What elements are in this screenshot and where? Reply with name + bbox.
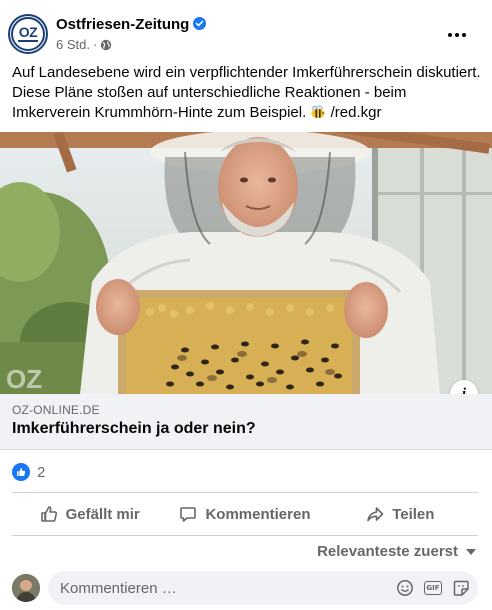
meta-separator: · <box>92 37 98 52</box>
page-logo[interactable]: OZ <box>8 14 48 54</box>
share-icon <box>367 507 384 522</box>
emoji-icon[interactable] <box>396 579 414 597</box>
comment-tools: GIF <box>386 579 470 597</box>
post-body: Auf Landesebene wird ein verpflichtender… <box>12 64 481 121</box>
comment-placeholder: Kommentieren … <box>60 580 177 597</box>
like-label: Gefällt mir <box>65 505 140 523</box>
divider <box>12 535 478 536</box>
share-label: Teilen <box>392 505 435 523</box>
link-domain: OZ-ONLINE.DE <box>12 403 100 417</box>
logo-text: OZ <box>18 24 38 40</box>
verified-badge-icon <box>193 17 207 30</box>
comment-input[interactable]: Kommentieren … GIF <box>48 571 478 605</box>
reaction-count: 2 <box>37 463 46 481</box>
link-title[interactable]: Imkerführerschein ja oder nein? <box>12 420 256 438</box>
post-header: OZ Ostfriesen-Zeitung 6 Std. · <box>8 12 478 58</box>
post-text: Auf Landesebene wird ein verpflichtender… <box>12 63 482 123</box>
divider <box>12 492 478 493</box>
like-button[interactable]: Gefällt mir <box>12 496 167 532</box>
share-button[interactable]: Teilen <box>323 496 478 532</box>
comment-sort-dropdown[interactable]: Relevanteste zuerst <box>317 543 476 560</box>
reaction-summary[interactable]: 2 <box>12 462 45 482</box>
facebook-post: OZ Ostfriesen-Zeitung 6 Std. · Auf Lande… <box>0 0 492 610</box>
sticker-icon[interactable] <box>452 579 470 597</box>
gif-icon[interactable]: GIF <box>424 581 442 595</box>
comment-icon <box>180 507 197 522</box>
post-image[interactable]: OZ i <box>0 132 492 394</box>
comment-label: Kommentieren <box>205 505 311 523</box>
sort-label: Relevanteste zuerst <box>317 543 458 560</box>
thumbs-up-icon <box>40 506 57 522</box>
more-options-icon[interactable] <box>444 22 470 48</box>
post-signature: /red.kgr <box>330 104 382 121</box>
comment-button[interactable]: Kommentieren <box>167 496 322 532</box>
globe-icon <box>100 39 112 51</box>
bee-emoji-icon <box>310 105 326 119</box>
like-icon <box>12 463 30 481</box>
avatar[interactable] <box>12 574 40 602</box>
post-meta: 6 Std. · <box>56 37 112 52</box>
action-bar: Gefällt mir Kommentieren Teilen <box>12 496 478 532</box>
page-name-link[interactable]: Ostfriesen-Zeitung <box>56 16 207 33</box>
page-name: Ostfriesen-Zeitung <box>56 16 190 33</box>
link-preview[interactable]: OZ-ONLINE.DE Imkerführerschein ja oder n… <box>0 394 492 450</box>
post-timestamp[interactable]: 6 Std. <box>56 37 90 52</box>
chevron-down-icon <box>466 548 476 555</box>
svg-text:OZ: OZ <box>6 364 42 394</box>
